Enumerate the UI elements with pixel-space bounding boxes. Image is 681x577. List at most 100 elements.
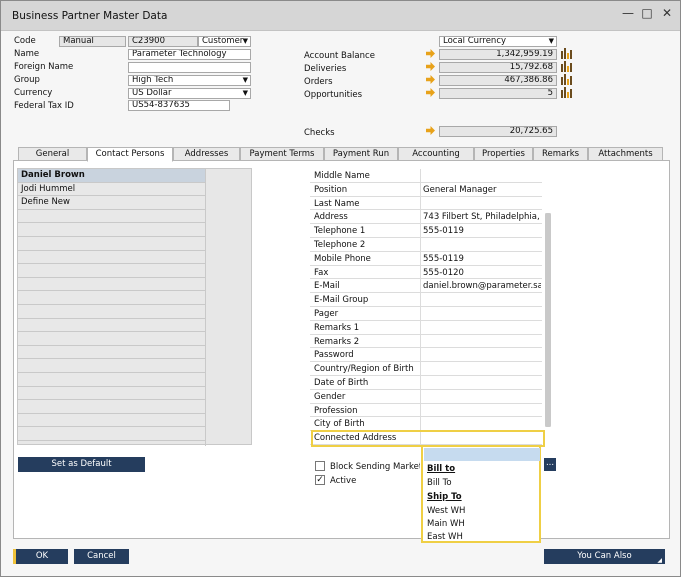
list-item[interactable] xyxy=(18,291,205,305)
orders-value: 467,386.86 xyxy=(439,75,557,86)
set-as-default-button[interactable]: Set as Default xyxy=(18,457,145,472)
detail-row-pager[interactable]: Pager xyxy=(310,307,542,321)
tab-properties[interactable]: Properties xyxy=(474,147,533,161)
list-item[interactable] xyxy=(18,223,205,237)
tab-payment-run[interactable]: Payment Run xyxy=(324,147,398,161)
tab-general[interactable]: General xyxy=(18,147,87,161)
ok-button[interactable]: OK xyxy=(13,549,68,564)
detail-row-mobile-phone[interactable]: Mobile Phone 555-0119 xyxy=(310,251,542,266)
link-arrow-icon[interactable] xyxy=(426,88,435,97)
detail-row-telephone-2[interactable]: Telephone 2 xyxy=(310,238,542,252)
dropdown-heading-bill-to: Bill to xyxy=(427,464,456,474)
checks-value: 20,725.65 xyxy=(439,126,557,137)
name-field[interactable]: Parameter Technology xyxy=(128,49,251,60)
detail-row-password[interactable]: Password xyxy=(310,348,542,363)
chart-bars-icon[interactable] xyxy=(561,61,572,72)
list-item[interactable] xyxy=(18,264,205,278)
currency-select[interactable]: US Dollar xyxy=(128,88,251,99)
link-arrow-icon[interactable] xyxy=(426,49,435,58)
dropdown-option-east-wh[interactable]: East WH xyxy=(427,532,463,542)
list-item[interactable] xyxy=(18,237,205,251)
detail-row-last-name[interactable]: Last Name xyxy=(310,196,542,211)
chart-bars-icon[interactable] xyxy=(561,74,572,85)
dropdown-option-main-wh[interactable]: Main WH xyxy=(427,519,465,529)
detail-row-remarks-1[interactable]: Remarks 1 xyxy=(310,320,542,335)
details-scrollbar[interactable] xyxy=(545,213,551,427)
minimize-icon[interactable]: — xyxy=(620,5,636,21)
tax-id-field[interactable]: US54-837635 xyxy=(128,100,230,111)
tax-id-label: Federal Tax ID xyxy=(14,101,74,111)
checks-label: Checks xyxy=(304,128,335,138)
list-item[interactable] xyxy=(18,386,205,401)
opportunities-value: 5 xyxy=(439,88,557,99)
you-can-also-label: You Can Also xyxy=(577,551,632,561)
tab-accounting[interactable]: Accounting xyxy=(398,147,474,161)
code-field[interactable]: C23900 xyxy=(128,36,198,47)
foreign-name-field[interactable] xyxy=(128,62,251,73)
deliveries-value: 15,792.68 xyxy=(439,62,557,73)
maximize-icon[interactable]: □ xyxy=(639,5,655,21)
list-item[interactable] xyxy=(18,359,205,373)
list-item[interactable] xyxy=(18,345,205,360)
list-item[interactable] xyxy=(18,373,205,387)
dropdown-option-west-wh[interactable]: West WH xyxy=(427,506,465,516)
orders-label: Orders xyxy=(304,77,333,87)
detail-row-profession[interactable]: Profession xyxy=(310,403,542,418)
list-item[interactable] xyxy=(18,332,205,346)
detail-row-fax[interactable]: Fax 555-0120 xyxy=(310,265,542,280)
contact-item-daniel-brown[interactable]: Daniel Brown xyxy=(18,169,205,183)
cancel-button[interactable]: Cancel xyxy=(74,549,129,564)
connected-address-dropdown[interactable]: Bill to Bill To Ship To West WH Main WH … xyxy=(421,445,541,543)
tab-attachments[interactable]: Attachments xyxy=(588,147,663,161)
close-icon[interactable]: ✕ xyxy=(659,5,675,21)
foreign-name-label: Foreign Name xyxy=(14,62,74,72)
list-item[interactable] xyxy=(18,318,205,333)
bp-type-select[interactable]: Customer xyxy=(198,36,251,47)
group-label: Group xyxy=(14,75,40,85)
block-marketing-checkbox[interactable] xyxy=(315,461,325,471)
detail-row-position[interactable]: Position General Manager xyxy=(310,182,542,197)
detail-row-telephone-1[interactable]: Telephone 1 555-0119 xyxy=(310,224,542,238)
currency-mode-select[interactable]: Local Currency xyxy=(439,36,557,47)
list-item[interactable] xyxy=(18,209,205,224)
tab-addresses[interactable]: Addresses xyxy=(173,147,240,161)
tab-bar: General Contact Persons Addresses Paymen… xyxy=(18,147,663,162)
tab-payment-terms[interactable]: Payment Terms xyxy=(240,147,324,161)
code-series-field[interactable]: Manual xyxy=(59,36,126,47)
list-item[interactable] xyxy=(18,400,205,414)
link-arrow-icon[interactable] xyxy=(426,75,435,84)
contact-item-jodi-hummel[interactable]: Jodi Hummel xyxy=(18,182,205,197)
active-checkbox[interactable]: ✓ xyxy=(315,475,325,485)
window-title: Business Partner Master Data xyxy=(12,10,168,22)
list-item[interactable] xyxy=(18,277,205,292)
chart-bars-icon[interactable] xyxy=(561,48,572,59)
detail-row-email[interactable]: E-Maildaniel.brown@parameter.sap.c xyxy=(310,279,542,294)
list-item[interactable] xyxy=(18,413,205,428)
link-arrow-icon[interactable] xyxy=(426,62,435,71)
tab-remarks[interactable]: Remarks xyxy=(533,147,588,161)
chart-bars-icon[interactable] xyxy=(561,87,572,98)
detail-row-gender[interactable]: Gender xyxy=(310,389,542,404)
detail-row-address[interactable]: Address743 Filbert St, Philadelphia, 191 xyxy=(310,210,542,225)
dropdown-option-bill-to[interactable]: Bill To xyxy=(427,478,452,488)
deliveries-label: Deliveries xyxy=(304,64,347,74)
group-select[interactable]: High Tech xyxy=(128,75,251,86)
business-partner-window: Business Partner Master Data — □ ✕ Code … xyxy=(0,0,681,577)
detail-row-remarks-2[interactable]: Remarks 2 xyxy=(310,334,542,349)
list-item[interactable] xyxy=(18,427,205,441)
detail-row-country-of-birth[interactable]: Country/Region of Birth xyxy=(310,362,542,376)
detail-row-middle-name[interactable]: Middle Name xyxy=(310,169,542,183)
contact-item-define-new[interactable]: Define New xyxy=(18,196,205,210)
link-arrow-icon[interactable] xyxy=(426,126,435,135)
tab-contact-persons[interactable]: Contact Persons xyxy=(87,147,173,162)
detail-row-date-of-birth[interactable]: Date of Birth xyxy=(310,376,542,390)
scrollbar-thumb[interactable] xyxy=(545,213,551,427)
list-item[interactable] xyxy=(18,250,205,265)
more-button[interactable]: ... xyxy=(544,458,556,471)
you-can-also-button[interactable]: You Can Also ◢ xyxy=(544,549,665,564)
corner-arrow-icon: ◢ xyxy=(657,557,662,564)
dropdown-option-empty[interactable] xyxy=(424,448,540,461)
detail-row-email-group[interactable]: E-Mail Group xyxy=(310,293,542,307)
code-label: Code xyxy=(14,36,36,46)
list-item[interactable] xyxy=(18,305,205,319)
